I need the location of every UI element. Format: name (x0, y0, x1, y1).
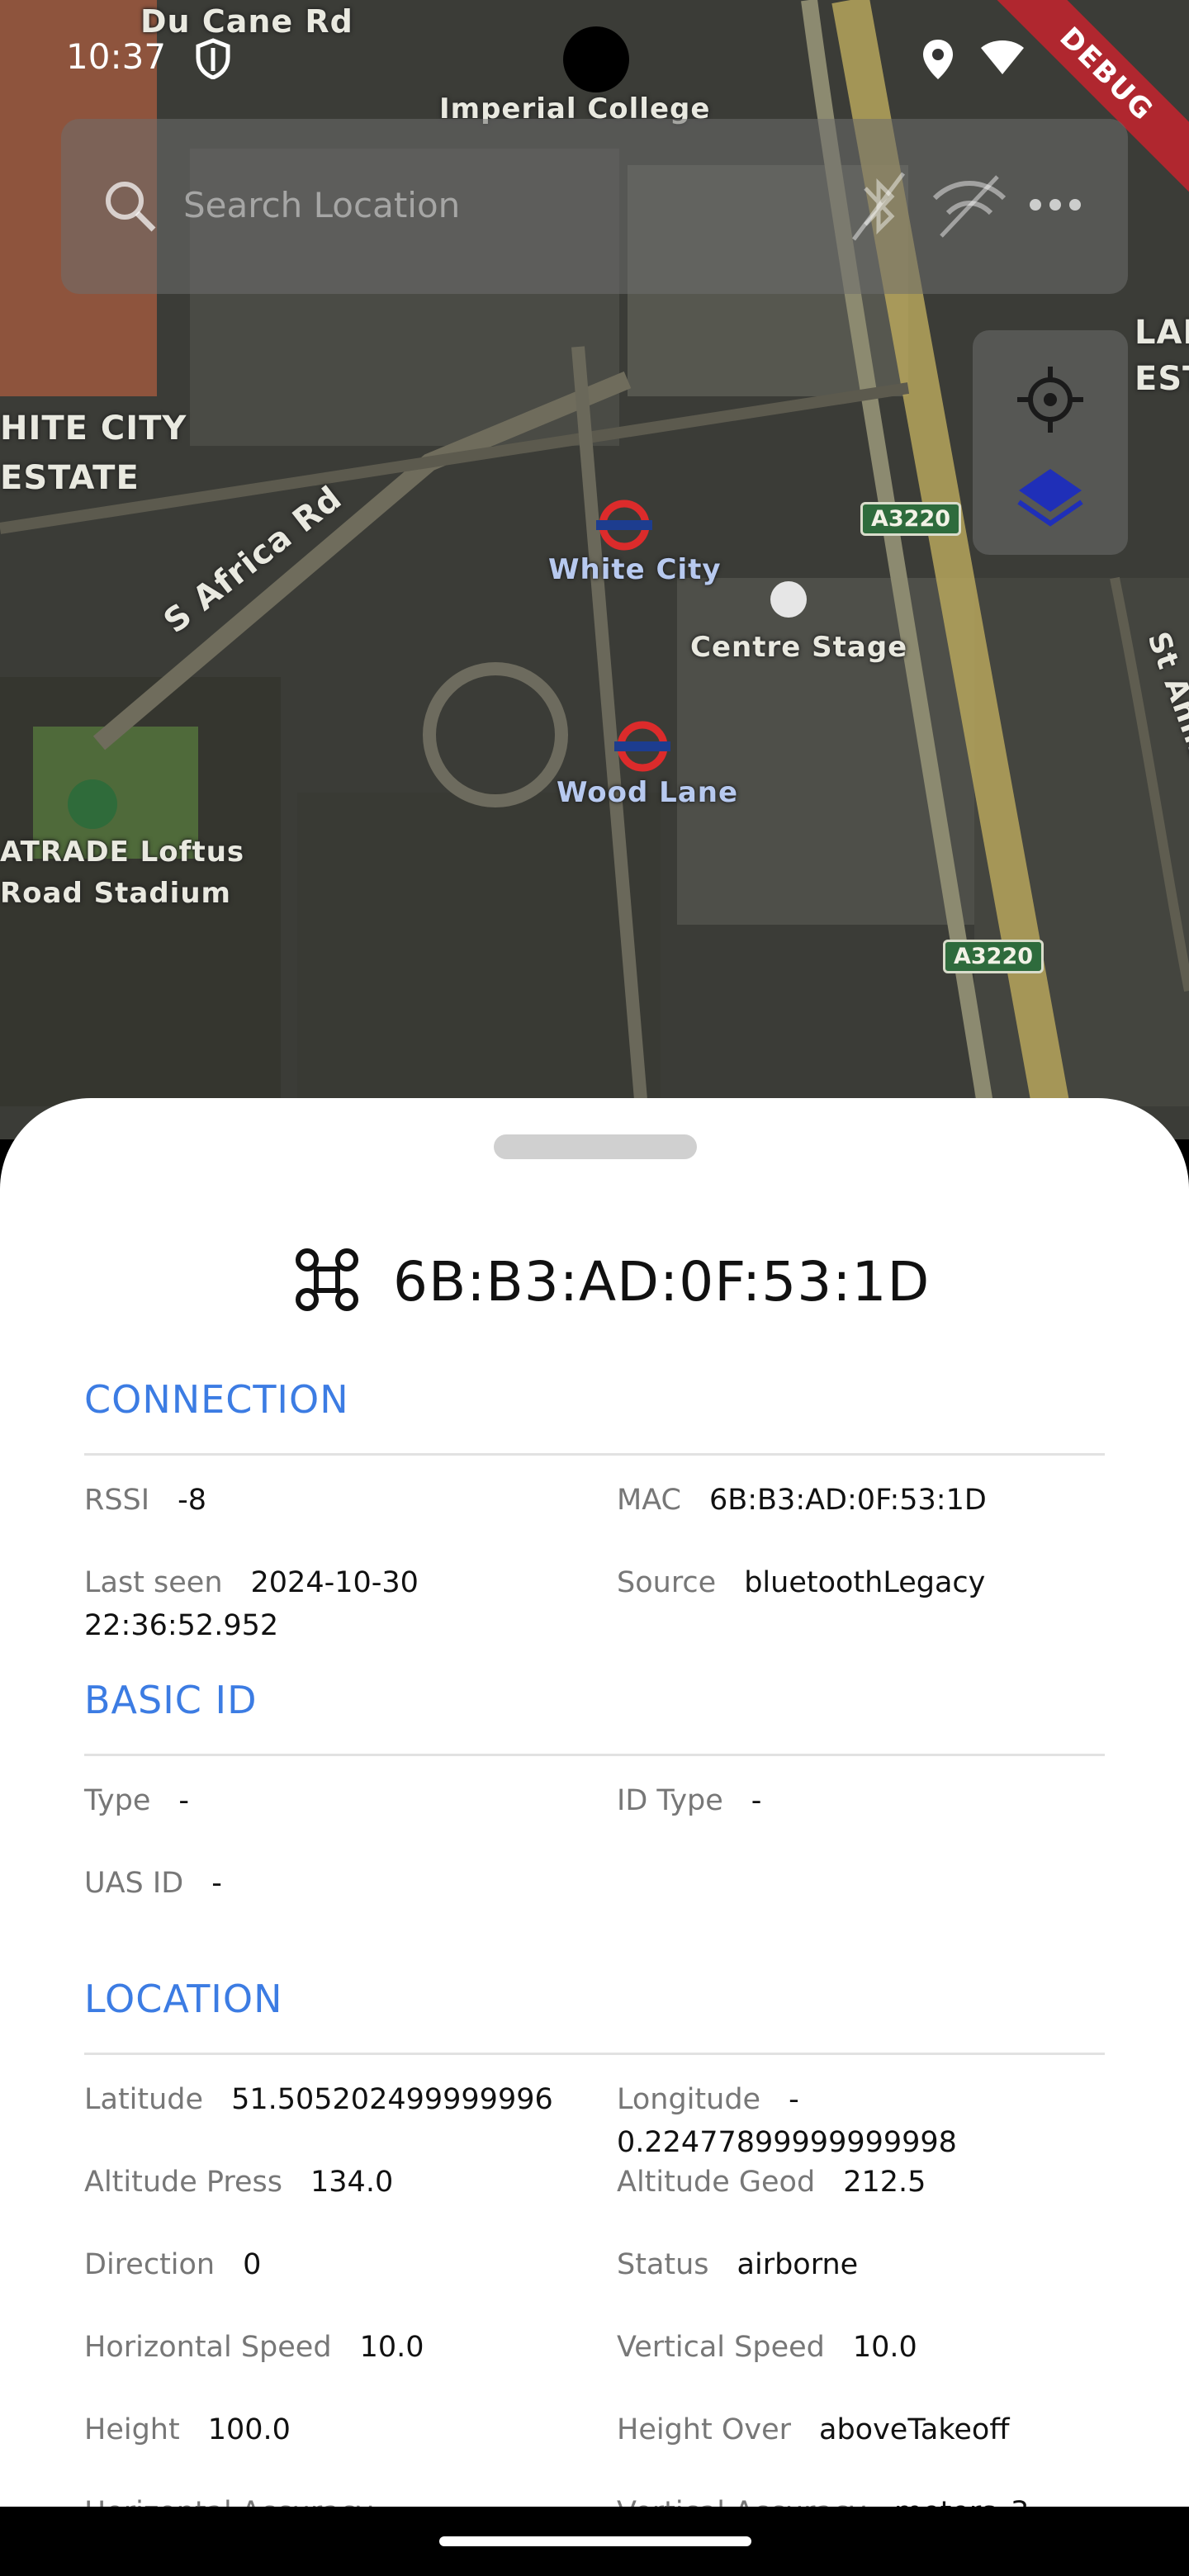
home-indicator[interactable] (439, 2536, 751, 2546)
map-label-lancaster: LANCA (1135, 314, 1189, 352)
map-label-white-city: White City (548, 553, 722, 586)
section-title-connection: CONNECTION (84, 1377, 349, 1422)
field-uas-id: UAS ID - (84, 1867, 222, 1900)
drone-icon (294, 1247, 360, 1316)
field-type: Type - (84, 1784, 190, 1817)
map-label-loftus-road: ATRADE Loftus (0, 836, 245, 869)
field-height: Height 100.0 (84, 2413, 291, 2446)
field-height-over: Height Over aboveTakeoff (617, 2413, 1010, 2446)
status-time: 10:37 (66, 36, 167, 77)
field-rssi: RSSI -8 (84, 1484, 206, 1517)
road-shield-a3220: A3220 (860, 502, 962, 536)
field-altitude-press: Altitude Press 134.0 (84, 2166, 394, 2199)
satellite-map[interactable]: Du Cane Rd Imperial College HITE CITY ES… (0, 0, 1189, 1139)
detail-row: Type - ID Type - (84, 1779, 1105, 1862)
map-label-white-city-estate: HITE CITY (0, 410, 187, 447)
detail-row: Height 100.0 Height Over aboveTakeoff (84, 2408, 1105, 2491)
field-last-seen: Last seen 2024-10-30 22:36:52.952 (84, 1566, 419, 1642)
map-controls (973, 330, 1128, 555)
navigation-bar (0, 2507, 1189, 2576)
map-label-wood-lane: Wood Lane (557, 776, 739, 809)
search-input[interactable]: Search Location (183, 185, 460, 225)
detail-row: Latitude 51.505202499999996 Longitude -0.2… (84, 2078, 1105, 2161)
field-source: Source bluetoothLegacy (617, 1566, 986, 1599)
aircraft-mac-title: 6B:B3:AD:0F:53:1D (393, 1249, 931, 1314)
map-label-loftus-road-2: Road Stadium (0, 877, 231, 910)
detail-row: UAS ID - (84, 1862, 1105, 1944)
detail-row: Horizontal Speed 10.0 Vertical Speed 10.0 (84, 2326, 1105, 2408)
field-vertical-speed: Vertical Speed 10.0 (617, 2331, 917, 2364)
map-label-centre-stage: Centre Stage (690, 631, 908, 664)
map-label-white-city-estate-2: ESTATE (0, 459, 140, 497)
front-camera (563, 26, 629, 92)
field-altitude-geod: Altitude Geod 212.5 (617, 2166, 926, 2199)
aircraft-detail-sheet[interactable]: 6B:B3:AD:0F:53:1D CONNECTION RSSI -8 MAC 6… (0, 1098, 1189, 2508)
field-direction: Direction 0 (84, 2248, 262, 2281)
field-mac: MAC 6B:B3:AD:0F:53:1D (617, 1484, 987, 1517)
status-bar: 10:37 (0, 0, 1189, 116)
detail-row: Last seen 2024-10-30 22:36:52.952 Source b… (84, 1561, 1105, 1644)
field-horizontal-speed: Horizontal Speed 10.0 (84, 2331, 424, 2364)
detail-row: Altitude Press 134.0 Altitude Geod 212.5 (84, 2161, 1105, 2243)
field-latitude: Latitude 51.505202499999996 (84, 2083, 553, 2116)
field-longitude: Longitude -0.22477899999999998 (617, 2083, 957, 2159)
detail-row: RSSI -8 MAC 6B:B3:AD:0F:53:1D (84, 1479, 1105, 1561)
location-section: LOCATION Latitude 51.505202499999996 Long… (84, 1977, 1105, 2508)
basic-id-section: BASIC ID Type - ID Type - UAS ID - (84, 1678, 1105, 1944)
search-bar[interactable]: Search Location (61, 119, 1128, 294)
field-status: Status airborne (617, 2248, 859, 2281)
detail-row: Direction 0 Status airborne (84, 2243, 1105, 2326)
connection-section: CONNECTION RSSI -8 MAC 6B:B3:AD:0F:53:1D L… (84, 1377, 1105, 1644)
detail-row: Horizontal Accuracy Vertical Accuracymet… (84, 2491, 1105, 2508)
sheet-header: 6B:B3:AD:0F:53:1D (294, 1240, 930, 1323)
field-horizontal-accuracy: Horizontal Accuracy (84, 2491, 596, 2508)
section-title-location: LOCATION (84, 1977, 283, 2021)
field-vertical-accuracy: Vertical Accuracymeters_3 (617, 2491, 1112, 2508)
section-title-basic-id: BASIC ID (84, 1678, 258, 1722)
sheet-drag-handle[interactable] (494, 1134, 697, 1159)
road-shield-a3220-south: A3220 (943, 940, 1045, 973)
field-id-type: ID Type - (617, 1784, 762, 1817)
map-label-estate: EST ES (1135, 360, 1189, 398)
